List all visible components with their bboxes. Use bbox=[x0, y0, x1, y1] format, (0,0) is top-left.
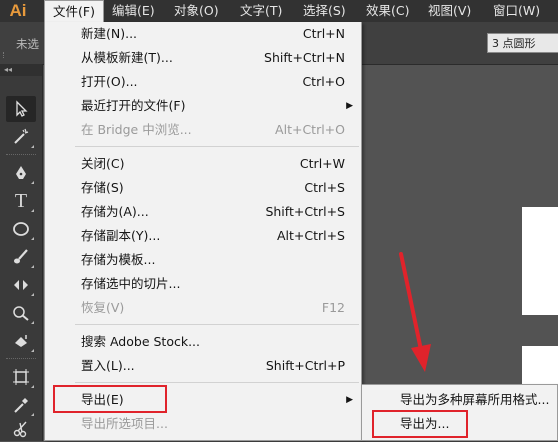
menu-item-revert[interactable]: 恢复(V) F12 bbox=[45, 296, 361, 320]
menu-item-save-as-template[interactable]: 存储为模板... bbox=[45, 248, 361, 272]
menu-item-label: 打开(O)... bbox=[81, 74, 138, 89]
scissors-tool[interactable] bbox=[6, 416, 36, 442]
menu-separator bbox=[75, 146, 359, 147]
eyedropper-tool[interactable] bbox=[6, 392, 36, 418]
eyedropper-icon bbox=[14, 398, 28, 413]
red-pointer-arrow-icon bbox=[399, 252, 431, 372]
menu-item-close[interactable]: 关闭(C) Ctrl+W bbox=[45, 152, 361, 176]
collapse-toolbar-button[interactable]: ◂◂ bbox=[0, 64, 42, 76]
menu-item-shortcut: Alt+Ctrl+S bbox=[276, 228, 345, 243]
menu-item-shortcut: Alt+Ctrl+O bbox=[275, 122, 345, 137]
menu-item-label: 存储为(A)... bbox=[81, 204, 149, 219]
menu-item-label: 导出所选项目... bbox=[81, 416, 168, 431]
artboard[interactable] bbox=[522, 207, 558, 315]
menu-item-shortcut: Shift+Ctrl+N bbox=[264, 50, 345, 65]
menu-item-save[interactable]: 存储(S) Ctrl+S bbox=[45, 176, 361, 200]
menu-file[interactable]: 文件(F) bbox=[44, 0, 104, 22]
live-paint-tool[interactable] bbox=[6, 328, 36, 354]
menu-item-export-for-screens[interactable]: 导出为多种屏幕所用格式... bbox=[362, 388, 557, 412]
type-tool[interactable]: T bbox=[6, 188, 36, 214]
width-icon bbox=[14, 280, 28, 290]
type-icon: T bbox=[14, 189, 28, 212]
artboard-icon bbox=[13, 369, 29, 385]
file-menu-dropdown: 新建(N)... Ctrl+N 从模板新建(T)... Shift+Ctrl+N… bbox=[44, 22, 362, 441]
stroke-profile-dropdown[interactable]: 3 点圆形 bbox=[487, 33, 558, 53]
width-tool[interactable] bbox=[6, 272, 36, 298]
illustrator-logo: Ai bbox=[9, 1, 27, 20]
menu-item-shortcut: Ctrl+S bbox=[304, 180, 345, 195]
menu-item-label: 存储为模板... bbox=[81, 252, 156, 267]
menu-item-label: 最近打开的文件(F) bbox=[81, 98, 186, 113]
export-submenu: 导出为多种屏幕所用格式... 导出为... bbox=[361, 384, 558, 441]
selection-status: 未选 bbox=[16, 37, 39, 51]
tools-panel: ◂◂ T bbox=[0, 64, 43, 441]
submenu-arrow-icon: ▶ bbox=[346, 395, 353, 405]
stroke-profile-value: 3 点圆形 bbox=[492, 37, 536, 50]
menu-item-label: 关闭(C) bbox=[81, 156, 125, 171]
menu-item-export-selection[interactable]: 导出所选项目... bbox=[45, 412, 361, 436]
menu-separator bbox=[75, 324, 359, 325]
menu-effect[interactable]: 效果(C) bbox=[366, 0, 409, 22]
menu-item-shortcut: Ctrl+N bbox=[302, 26, 345, 41]
menu-item-shortcut: Shift+Ctrl+S bbox=[265, 204, 345, 219]
menu-item-label: 存储副本(Y)... bbox=[81, 228, 161, 243]
menu-item-shortcut: Ctrl+W bbox=[299, 156, 345, 171]
shape-builder-tool[interactable] bbox=[6, 300, 36, 326]
shape-builder-icon bbox=[13, 306, 29, 321]
menu-object[interactable]: 对象(O) bbox=[174, 0, 219, 22]
menu-bar: Ai 文件(F) 编辑(E) 对象(O) 文字(T) 选择(S) 效果(C) 视… bbox=[0, 0, 558, 22]
menu-window[interactable]: 窗口(W) bbox=[493, 0, 540, 22]
menu-item-new-from-template[interactable]: 从模板新建(T)... Shift+Ctrl+N bbox=[45, 46, 361, 70]
menu-item-shortcut: Ctrl+O bbox=[302, 74, 345, 89]
paintbrush-tool[interactable] bbox=[6, 244, 36, 270]
menu-select[interactable]: 选择(S) bbox=[303, 0, 346, 22]
menu-view[interactable]: 视图(V) bbox=[428, 0, 471, 22]
ellipse-icon bbox=[13, 222, 29, 236]
scissors-icon bbox=[13, 421, 27, 438]
export-highlight-box bbox=[53, 385, 167, 413]
menu-item-label: 置入(L)... bbox=[81, 358, 135, 373]
menu-item-label: 搜索 Adobe Stock... bbox=[81, 334, 201, 349]
menu-item-label: 在 Bridge 中浏览... bbox=[81, 122, 192, 137]
menu-item-label: 新建(N)... bbox=[81, 26, 138, 41]
paintbrush-icon bbox=[14, 249, 28, 264]
selection-tool[interactable] bbox=[6, 96, 36, 122]
menu-item-label: 存储选中的切片... bbox=[81, 276, 181, 291]
magic-wand-tool[interactable] bbox=[6, 124, 36, 150]
menu-item-shortcut: F12 bbox=[321, 300, 345, 315]
submenu-arrow-icon: ▶ bbox=[346, 101, 353, 111]
menu-type[interactable]: 文字(T) bbox=[240, 0, 282, 22]
menu-item-place[interactable]: 置入(L)... Shift+Ctrl+P bbox=[45, 354, 361, 378]
menu-edit[interactable]: 编辑(E) bbox=[112, 0, 155, 22]
menu-item-save-copy[interactable]: 存储副本(Y)... Alt+Ctrl+S bbox=[45, 224, 361, 248]
menu-item-open[interactable]: 打开(O)... Ctrl+O bbox=[45, 70, 361, 94]
menu-item-shortcut: Shift+Ctrl+P bbox=[265, 358, 345, 373]
menu-separator bbox=[75, 382, 359, 383]
menu-item-browse-in-bridge[interactable]: 在 Bridge 中浏览... Alt+Ctrl+O bbox=[45, 118, 361, 142]
export-as-highlight-box bbox=[372, 410, 468, 438]
menu-item-label: 恢复(V) bbox=[81, 300, 125, 315]
menu-item-save-as[interactable]: 存储为(A)... Shift+Ctrl+S bbox=[45, 200, 361, 224]
menu-item-new[interactable]: 新建(N)... Ctrl+N bbox=[45, 22, 361, 46]
menu-item-label: 导出为多种屏幕所用格式... bbox=[400, 392, 550, 407]
menu-item-label: 存储(S) bbox=[81, 180, 124, 195]
artboard-tool[interactable] bbox=[6, 364, 36, 390]
ellipse-tool[interactable] bbox=[6, 216, 36, 242]
menu-item-open-recent[interactable]: 最近打开的文件(F) ▶ bbox=[45, 94, 361, 118]
arrow-cursor-icon bbox=[16, 100, 28, 117]
pen-tool[interactable] bbox=[6, 160, 36, 186]
magic-wand-icon bbox=[14, 128, 29, 144]
menu-item-label: 从模板新建(T)... bbox=[81, 50, 173, 65]
menu-item-save-selected-slices[interactable]: 存储选中的切片... bbox=[45, 272, 361, 296]
live-paint-icon bbox=[15, 335, 27, 347]
pen-icon bbox=[16, 166, 26, 179]
menu-item-search-adobe-stock[interactable]: 搜索 Adobe Stock... bbox=[45, 330, 361, 354]
toolbar-grip[interactable] bbox=[3, 52, 7, 58]
